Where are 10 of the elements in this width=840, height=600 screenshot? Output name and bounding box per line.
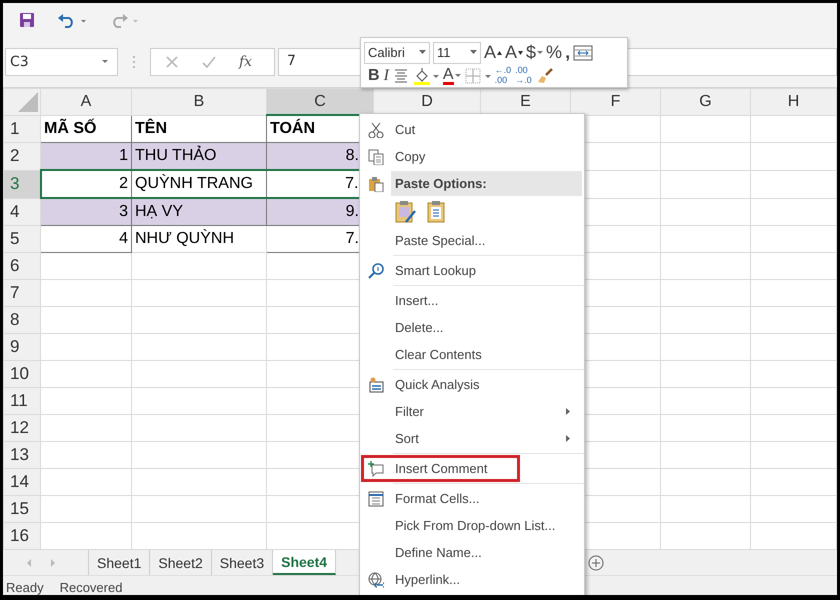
status-text: Ready	[6, 580, 44, 595]
table-cell: 3	[40, 198, 132, 226]
table-cell: 4	[40, 226, 132, 252]
status-text: Recovered	[60, 580, 122, 595]
menu-heading: Paste Options:	[391, 171, 582, 196]
table-cell: HẠ VY	[132, 198, 266, 226]
table-cell: 1	[40, 142, 132, 170]
table-cell: 2	[40, 170, 132, 198]
table-cell: NHƯ QUỲNH	[132, 226, 266, 252]
table-cell: THU THẢO	[132, 142, 266, 170]
